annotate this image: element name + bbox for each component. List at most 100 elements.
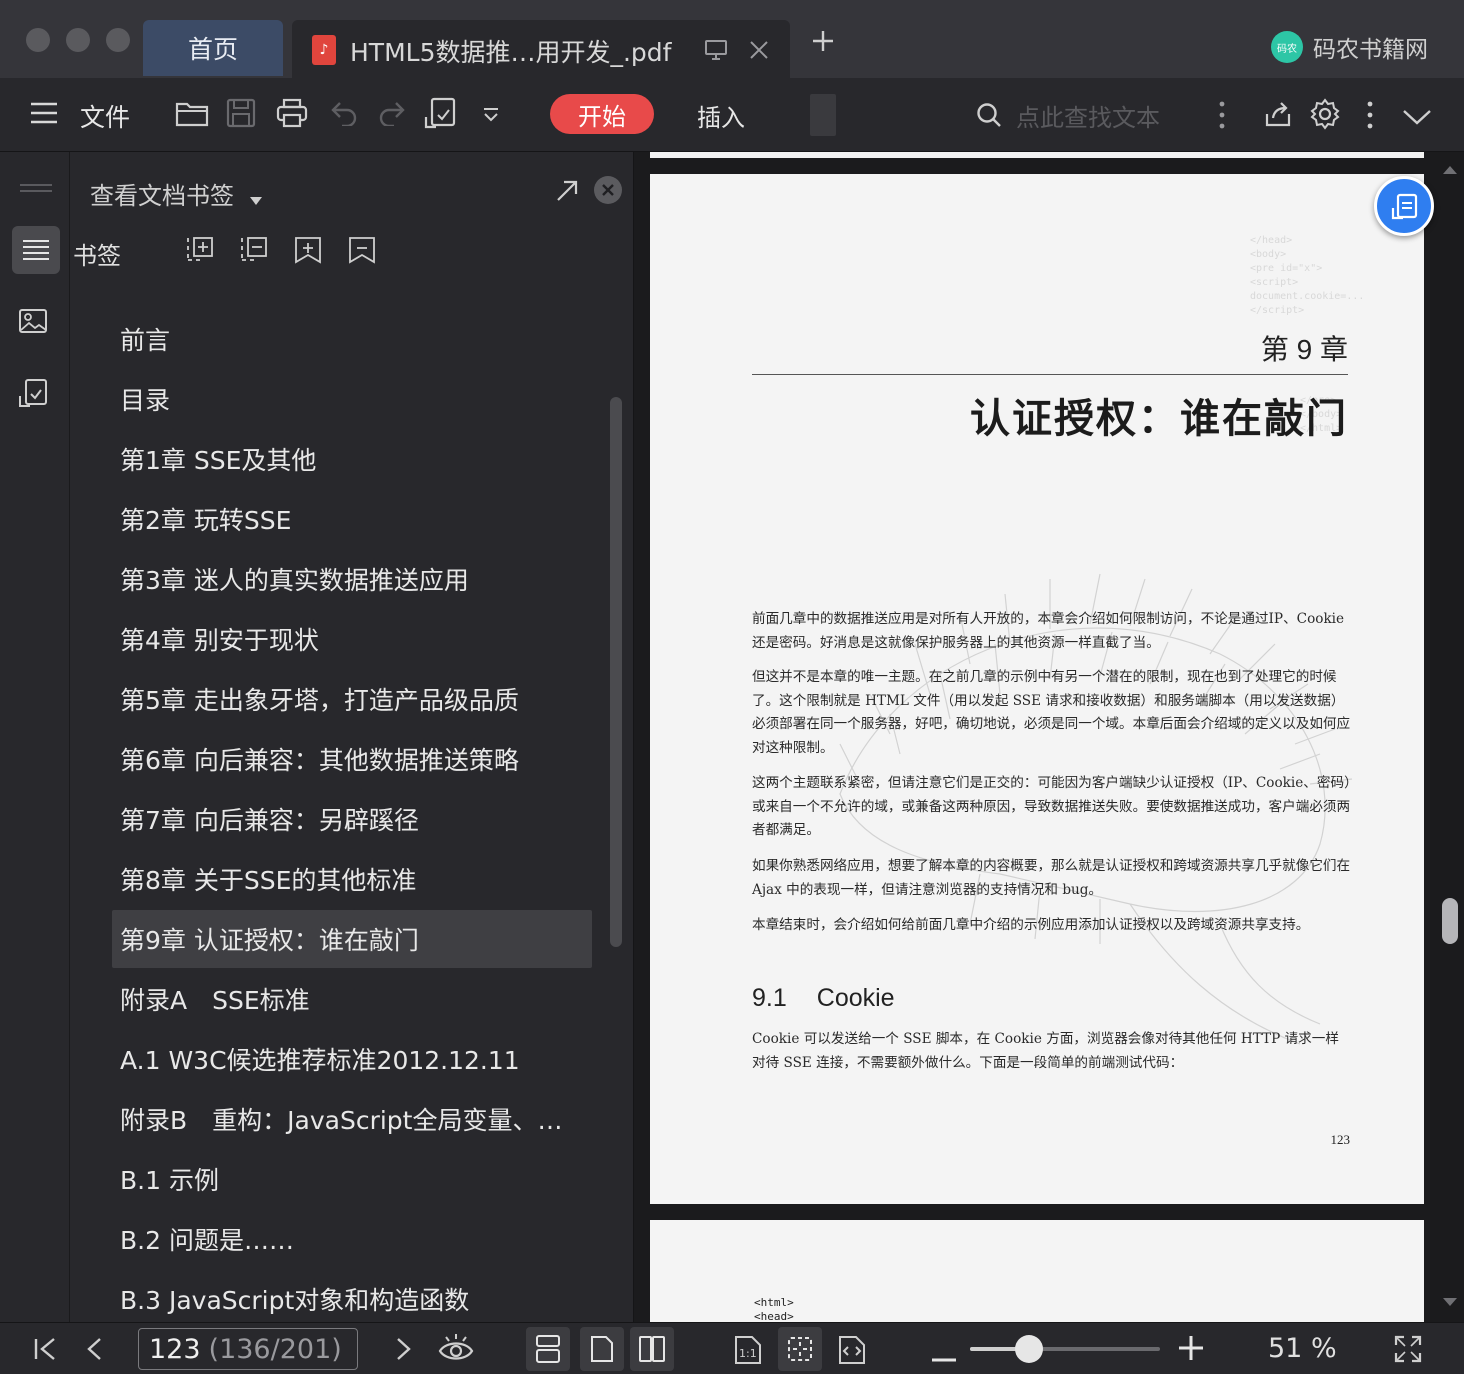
scroll-up-arrow-icon[interactable]: [1443, 166, 1457, 174]
settings-gear-icon[interactable]: [1309, 98, 1341, 130]
document-viewer[interactable]: </head> <body> <pre id="x"> <script> documen…: [634, 152, 1464, 1322]
section-heading: 9.1 Cookie: [752, 984, 895, 1013]
hamburger-menu-icon[interactable]: [30, 101, 58, 125]
list-item[interactable]: A.1 W3C候选推荐标准2012.12.11: [112, 1030, 592, 1088]
save-icon[interactable]: [226, 98, 256, 128]
previous-page-icon[interactable]: [86, 1337, 102, 1365]
zoom-window-button[interactable]: [106, 28, 130, 52]
brand-name: 码农书籍网: [1313, 37, 1428, 63]
undo-icon[interactable]: [330, 100, 358, 126]
convert-document-icon[interactable]: [424, 97, 458, 131]
document-scrollbar[interactable]: [1442, 898, 1458, 944]
pdf-file-icon: ♪: [312, 35, 336, 65]
section-number: 9.1: [752, 984, 787, 1012]
zoom-slider[interactable]: [970, 1335, 1160, 1363]
rail-convert-icon[interactable]: [18, 378, 50, 414]
single-page-button[interactable]: [580, 1327, 624, 1371]
list-item[interactable]: 第2章 玩转SSE: [112, 490, 592, 548]
page-number-input[interactable]: 123 (136/201): [138, 1328, 358, 1370]
scroll-down-arrow-icon[interactable]: [1443, 1298, 1457, 1306]
search-icon: [976, 102, 1002, 132]
remove-bookmark-icon[interactable]: [348, 236, 376, 268]
collapse-chevron-icon[interactable]: [1402, 108, 1432, 126]
bookmark-label: B.2 问题是……: [120, 1226, 294, 1255]
redo-icon[interactable]: [378, 100, 406, 126]
tab-insert[interactable]: 插入: [697, 98, 745, 133]
list-item[interactable]: 附录A SSE标准: [112, 970, 592, 1028]
fit-page-button[interactable]: [778, 1327, 822, 1371]
close-panel-button[interactable]: [594, 176, 622, 204]
list-item-selected[interactable]: 第9章 认证授权：谁在敲门: [112, 910, 592, 968]
panel-scrollbar[interactable]: [610, 397, 622, 947]
continuous-view-icon: [535, 1335, 561, 1367]
more-vertical-icon[interactable]: [1366, 100, 1374, 130]
zoom-slider-thumb[interactable]: [1014, 1335, 1043, 1363]
fit-page-icon: [786, 1335, 814, 1367]
new-tab-button[interactable]: [812, 28, 834, 58]
zoom-in-icon[interactable]: [1178, 1335, 1204, 1365]
rail-thumbnails-icon[interactable]: [18, 308, 48, 340]
list-item[interactable]: 第4章 别安于现状: [112, 610, 592, 668]
pop-out-icon[interactable]: [556, 180, 578, 206]
list-item[interactable]: 第5章 走出象牙塔，打造产品级品质: [112, 670, 592, 728]
next-page-icon[interactable]: [396, 1337, 412, 1365]
list-item[interactable]: 第7章 向后兼容：另辟蹊径: [112, 790, 592, 848]
actual-size-icon[interactable]: 1:1: [734, 1335, 762, 1369]
more-tools-chevron-icon[interactable]: [482, 108, 500, 122]
tab-document[interactable]: ♪ HTML5数据推…用开发_.pdf: [292, 20, 790, 78]
toolbar-overflow-button[interactable]: [810, 94, 836, 136]
close-window-button[interactable]: [26, 28, 50, 52]
share-icon[interactable]: [1264, 100, 1292, 128]
bookmark-label: 第3章 迷人的真实数据推送应用: [120, 566, 469, 595]
list-item[interactable]: 第8章 关于SSE的其他标准: [112, 850, 592, 908]
file-menu[interactable]: 文件: [80, 98, 130, 134]
screen-icon[interactable]: [704, 38, 728, 66]
list-item[interactable]: B.3 JavaScript对象和构造函数: [112, 1270, 592, 1328]
continuous-scroll-button[interactable]: [526, 1327, 570, 1371]
first-page-icon[interactable]: [34, 1337, 56, 1365]
current-page: 123: [149, 1333, 201, 1365]
bookmark-label: B.3 JavaScript对象和构造函数: [120, 1286, 470, 1315]
zoom-level[interactable]: 51 %: [1268, 1333, 1337, 1364]
bookmark-label: 第5章 走出象牙塔，打造产品级品质: [120, 686, 519, 715]
rail-bookmarks-button[interactable]: [12, 226, 60, 274]
fullscreen-icon[interactable]: [1394, 1335, 1422, 1367]
bookmark-label: 第9章 认证授权：谁在敲门: [120, 926, 419, 955]
body-paragraph: 这两个主题联系紧密，但请注意它们是正交的：可能因为客户端缺少认证授权（IP、Co…: [752, 775, 1351, 838]
list-item[interactable]: 附录B 重构：JavaScript全局变量、…: [112, 1090, 592, 1148]
list-item[interactable]: 第1章 SSE及其他: [112, 430, 592, 488]
print-icon[interactable]: [276, 98, 308, 128]
list-item[interactable]: 前言: [112, 310, 592, 368]
reading-mode-eye-icon[interactable]: [438, 1331, 474, 1369]
list-item[interactable]: B.1 示例: [112, 1150, 592, 1208]
list-item[interactable]: 第3章 迷人的真实数据推送应用: [112, 550, 592, 608]
list-item[interactable]: B.2 问题是……: [112, 1210, 592, 1268]
close-icon: [602, 184, 614, 196]
zoom-out-icon[interactable]: [932, 1347, 956, 1366]
floating-convert-button[interactable]: [1374, 176, 1434, 236]
open-folder-icon[interactable]: [175, 98, 209, 128]
list-item[interactable]: 目录: [112, 370, 592, 428]
two-page-button[interactable]: [630, 1327, 674, 1371]
expand-all-icon[interactable]: [186, 236, 214, 268]
chapter-rule: [752, 374, 1348, 375]
brand-logo-icon: 码农: [1271, 31, 1303, 63]
main-toolbar: 文件 开始 插入 点此查找文本: [0, 78, 1464, 152]
tab-start[interactable]: 开始: [550, 94, 654, 134]
single-page-icon: [590, 1335, 614, 1367]
minimize-window-button[interactable]: [66, 28, 90, 52]
dropdown-caret-icon: [249, 183, 262, 211]
tab-home[interactable]: 首页: [143, 20, 283, 76]
brand: 码农 码农书籍网: [1271, 30, 1428, 64]
list-item[interactable]: 第6章 向后兼容：其他数据推送策略: [112, 730, 592, 788]
close-tab-icon[interactable]: [748, 39, 770, 65]
bookmark-label: 第8章 关于SSE的其他标准: [120, 866, 417, 895]
more-options-icon[interactable]: [1218, 100, 1226, 130]
bookmark-panel-title[interactable]: 查看文档书签: [90, 176, 262, 211]
tab-document-label: HTML5数据推…用开发_.pdf: [350, 38, 672, 67]
search-input[interactable]: 点此查找文本: [972, 94, 1202, 136]
collapse-all-icon[interactable]: [240, 236, 268, 268]
fit-width-icon[interactable]: [838, 1335, 866, 1369]
bookmark-label: 第6章 向后兼容：其他数据推送策略: [120, 746, 519, 775]
add-bookmark-icon[interactable]: [294, 236, 322, 268]
